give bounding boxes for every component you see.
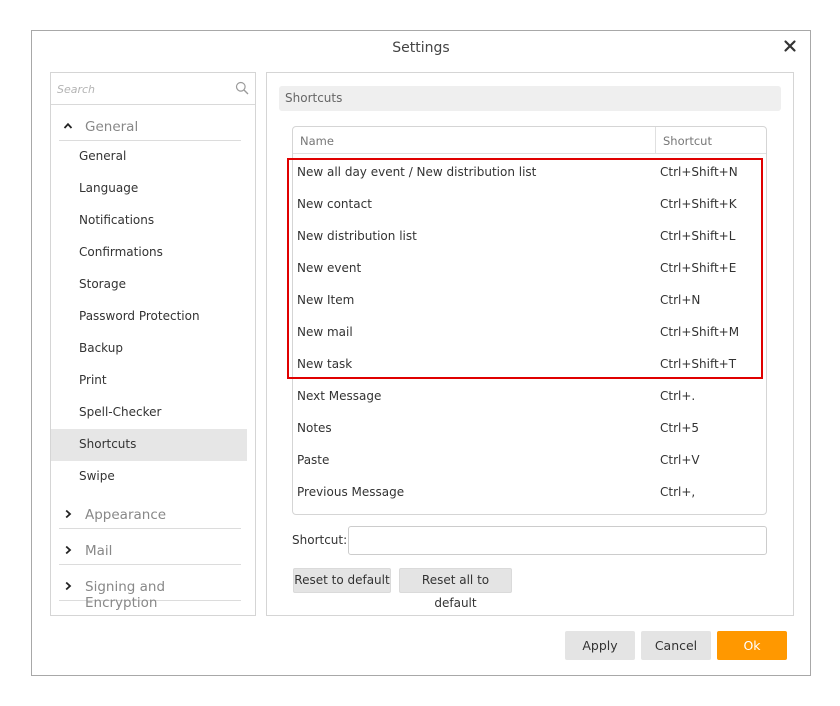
reset-all-to-default-button[interactable]: Reset all to default xyxy=(399,568,512,610)
row-name: Paste xyxy=(297,453,330,467)
row-name: Previous Message xyxy=(297,485,405,499)
search-icon[interactable] xyxy=(235,81,249,95)
search-box xyxy=(51,73,255,105)
row-name: Next Message xyxy=(297,389,382,403)
sidebar-item-label: General xyxy=(79,149,127,163)
sidebar-item-spell-checker[interactable]: Spell-Checker xyxy=(51,397,247,429)
sidebar-item-label: Notifications xyxy=(79,213,155,227)
table-row[interactable]: Paste Ctrl+V xyxy=(293,444,766,476)
cancel-button[interactable]: Cancel xyxy=(641,631,711,660)
table-row[interactable]: New contact Ctrl+Shift+K xyxy=(293,188,766,220)
sidebar-item-swipe[interactable]: Swipe xyxy=(51,461,247,493)
sidebar-item-storage[interactable]: Storage xyxy=(51,269,247,301)
row-shortcut: Ctrl+Shift+N xyxy=(660,165,738,179)
table-header: Name Shortcut xyxy=(293,127,766,154)
ok-button[interactable]: Ok xyxy=(717,631,787,660)
table-row[interactable]: Notes Ctrl+5 xyxy=(293,412,766,444)
nav-group-signing-encryption[interactable]: Signing and Encryption xyxy=(59,575,241,611)
sidebar-item-password-protection[interactable]: Password Protection xyxy=(51,301,247,333)
row-name: New task xyxy=(297,357,353,371)
row-name: New event xyxy=(297,261,362,275)
table-row[interactable]: New distribution list Ctrl+Shift+L xyxy=(293,220,766,252)
sidebar-item-language[interactable]: Language xyxy=(51,173,247,205)
sidebar-item-label: Spell-Checker xyxy=(79,405,162,419)
nav-group-general[interactable]: General xyxy=(59,115,241,141)
row-shortcut: Ctrl+Shift+T xyxy=(660,357,737,371)
chevron-right-icon xyxy=(65,545,72,555)
row-name: New distribution list xyxy=(297,229,417,243)
nav-group-label: Mail xyxy=(85,543,113,559)
table-row[interactable]: New mail Ctrl+Shift+M xyxy=(293,316,766,348)
nav-group-appearance[interactable]: Appearance xyxy=(59,503,241,529)
table-row[interactable]: New Item Ctrl+N xyxy=(293,284,766,316)
row-shortcut: Ctrl+Shift+E xyxy=(660,261,737,275)
reset-to-default-button[interactable]: Reset to default xyxy=(293,568,391,593)
column-divider[interactable] xyxy=(655,127,656,154)
row-shortcut: Ctrl+, xyxy=(660,485,696,499)
sidebar-item-backup[interactable]: Backup xyxy=(51,333,247,365)
sidebar-item-label: Swipe xyxy=(79,469,115,483)
section-title: Shortcuts xyxy=(285,91,343,105)
settings-window: Settings General General Language Notifi… xyxy=(31,30,811,676)
row-shortcut: Ctrl+Shift+L xyxy=(660,229,736,243)
sidebar-item-print[interactable]: Print xyxy=(51,365,247,397)
chevron-up-icon xyxy=(63,122,73,129)
shortcut-input[interactable] xyxy=(348,526,767,555)
sidebar-item-confirmations[interactable]: Confirmations xyxy=(51,237,247,269)
close-button[interactable] xyxy=(782,38,798,54)
row-shortcut: Ctrl+5 xyxy=(660,421,700,435)
apply-button[interactable]: Apply xyxy=(565,631,635,660)
row-shortcut: Ctrl+Shift+K xyxy=(660,197,737,211)
row-name: Notes xyxy=(297,421,332,435)
chevron-right-icon xyxy=(65,509,72,519)
shortcut-label: Shortcut: xyxy=(292,533,348,547)
column-header-name[interactable]: Name xyxy=(300,134,334,148)
sidebar-item-label: Print xyxy=(79,373,107,387)
sidebar-item-label: Storage xyxy=(79,277,126,291)
row-shortcut: Ctrl+Shift+M xyxy=(660,325,740,339)
sidebar-item-shortcuts[interactable]: Shortcuts xyxy=(51,429,247,461)
row-shortcut: Ctrl+N xyxy=(660,293,701,307)
sidebar-item-notifications[interactable]: Notifications xyxy=(51,205,247,237)
table-row[interactable]: New all day event / New distribution lis… xyxy=(293,156,766,188)
sidebar-item-label: Backup xyxy=(79,341,123,355)
row-name: New mail xyxy=(297,325,353,339)
row-name: New all day event / New distribution lis… xyxy=(297,165,537,179)
sidebar-item-general[interactable]: General xyxy=(51,141,247,173)
nav-group-mail[interactable]: Mail xyxy=(59,539,241,565)
nav-group-label: General xyxy=(85,119,139,135)
section-header: Shortcuts xyxy=(279,86,781,111)
sidebar-item-label: Shortcuts xyxy=(79,437,137,451)
settings-nav: General General Language Notifications C… xyxy=(50,72,256,616)
search-input[interactable] xyxy=(57,79,227,99)
window-title: Settings xyxy=(392,40,450,56)
sidebar-item-label: Language xyxy=(79,181,139,195)
row-name: New contact xyxy=(297,197,372,211)
sidebar-item-label: Confirmations xyxy=(79,245,163,259)
row-shortcut: Ctrl+. xyxy=(660,389,696,403)
shortcuts-panel: Shortcuts Name Shortcut New all day even… xyxy=(266,72,794,616)
column-header-shortcut[interactable]: Shortcut xyxy=(663,134,712,148)
shortcuts-table: Name Shortcut New all day event / New di… xyxy=(292,126,767,515)
row-shortcut: Ctrl+V xyxy=(660,453,700,467)
chevron-right-icon xyxy=(65,581,72,591)
nav-group-label: Appearance xyxy=(85,507,167,523)
close-icon xyxy=(784,40,796,52)
table-row[interactable]: Previous Message Ctrl+, xyxy=(293,476,766,508)
table-row[interactable]: Next Message Ctrl+. xyxy=(293,380,766,412)
table-row[interactable]: New event Ctrl+Shift+E xyxy=(293,252,766,284)
sidebar-item-label: Password Protection xyxy=(79,309,200,323)
row-name: New Item xyxy=(297,293,355,307)
table-row[interactable]: New task Ctrl+Shift+T xyxy=(293,348,766,380)
nav-group-label: Signing and Encryption xyxy=(85,579,166,611)
